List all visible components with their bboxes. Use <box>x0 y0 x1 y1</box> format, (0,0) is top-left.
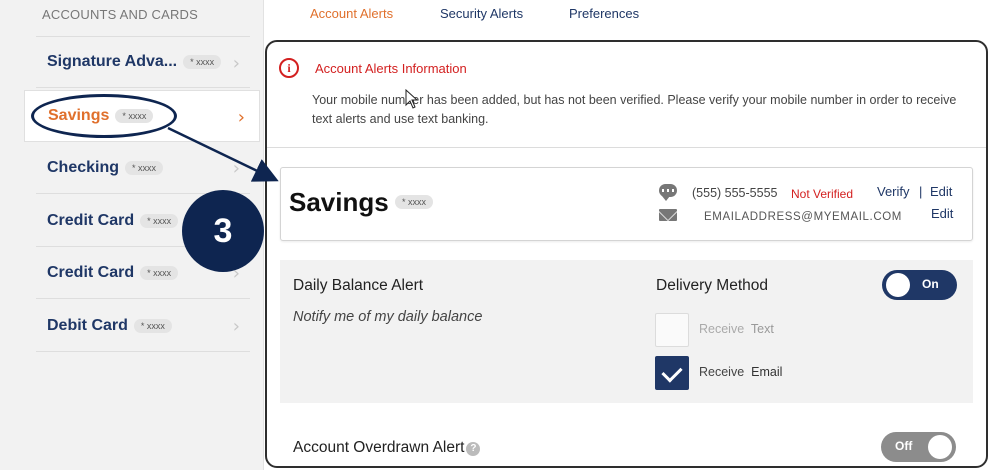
account-mask-badge: * xxxx <box>125 160 164 175</box>
toggle-label: On <box>922 277 939 291</box>
alerts-panel: i Account Alerts Information Your mobile… <box>265 40 988 468</box>
chevron-right-icon: › <box>232 53 240 74</box>
phone-number: (555) 555-5555 <box>692 186 778 200</box>
edit-email-link[interactable]: Edit <box>931 206 953 221</box>
daily-balance-alert-title: Daily Balance Alert <box>293 277 424 294</box>
verify-link[interactable]: Verify <box>877 184 910 199</box>
overdrawn-alert-title: Account Overdrawn Alert? <box>293 439 481 457</box>
highlight-oval <box>31 94 177 138</box>
edit-phone-link[interactable]: Edit <box>930 184 952 199</box>
receive-email-label: Receive Email <box>699 365 782 379</box>
receive-email-checkbox[interactable] <box>655 356 689 390</box>
alert-info-box: i Account Alerts Information Your mobile… <box>267 50 986 148</box>
daily-balance-alert-description: Notify me of my daily balance <box>293 309 483 325</box>
receive-email-option: Email <box>751 365 783 379</box>
delivery-method-label: Delivery Method <box>656 277 768 294</box>
info-icon: i <box>279 58 299 78</box>
receive-text-prefix: Receive <box>699 322 745 336</box>
daily-balance-toggle[interactable]: On <box>882 270 957 300</box>
phone-status: Not Verified <box>791 187 854 201</box>
chevron-right-icon: › <box>232 316 240 337</box>
alert-tabs: Account Alerts Security Alerts Preferenc… <box>264 0 997 36</box>
chat-bubble-icon <box>659 184 677 201</box>
account-title: Savings <box>289 187 389 217</box>
sidebar-heading: ACCOUNTS AND CARDS <box>42 7 199 22</box>
sidebar-item-label: Checking <box>47 158 120 176</box>
sidebar-item-checking[interactable]: Checking * xxxx › <box>36 142 250 194</box>
account-mask-badge: * xxxx <box>140 265 179 280</box>
daily-balance-alert-panel: Daily Balance Alert Notify me of my dail… <box>280 260 973 403</box>
link-separator: | <box>919 184 923 199</box>
account-mask-badge: * xxxx <box>395 195 434 209</box>
receive-text-checkbox[interactable] <box>655 313 689 347</box>
sidebar-item-label: Credit Card <box>47 211 135 229</box>
account-mask-badge: * xxxx <box>183 55 222 69</box>
receive-email-prefix: Receive <box>699 365 745 379</box>
sidebar-item-signature-advantage[interactable]: Signature Adva... * xxxx › <box>36 36 250 88</box>
overdrawn-alert-toggle[interactable]: Off <box>881 432 956 462</box>
mouse-cursor-icon <box>405 89 419 109</box>
account-mask-badge: * xxxx <box>133 318 172 333</box>
tab-preferences[interactable]: Preferences <box>569 6 639 21</box>
toggle-knob <box>928 435 952 459</box>
help-icon[interactable]: ? <box>466 442 481 456</box>
toggle-knob <box>886 273 910 297</box>
overdrawn-alert-label: Account Overdrawn Alert <box>293 439 465 456</box>
tab-security-alerts[interactable]: Security Alerts <box>440 6 523 21</box>
sidebar-item-label: Signature Adva... <box>47 53 178 70</box>
sidebar-item-label: Credit Card <box>47 263 135 281</box>
step-number-badge: 3 <box>182 190 264 272</box>
toggle-label: Off <box>895 439 913 453</box>
info-title: Account Alerts Information <box>315 61 467 76</box>
account-mask-badge: * xxxx <box>140 213 179 228</box>
sidebar-item-label: Debit Card <box>47 316 128 334</box>
chevron-right-icon: › <box>232 158 240 179</box>
email-address: EMAILADDRESS@MYEMAIL.COM <box>704 211 902 223</box>
account-contact-card: Savings * xxxx (555) 555-5555 Not Verifi… <box>280 167 973 241</box>
chevron-right-icon: › <box>237 107 245 128</box>
tab-account-alerts[interactable]: Account Alerts <box>310 6 393 21</box>
sidebar-item-debit-card[interactable]: Debit Card * xxxx › <box>36 300 250 352</box>
envelope-icon <box>659 209 677 221</box>
receive-text-option: Text <box>750 322 774 336</box>
receive-text-label: Receive Text <box>699 322 774 336</box>
